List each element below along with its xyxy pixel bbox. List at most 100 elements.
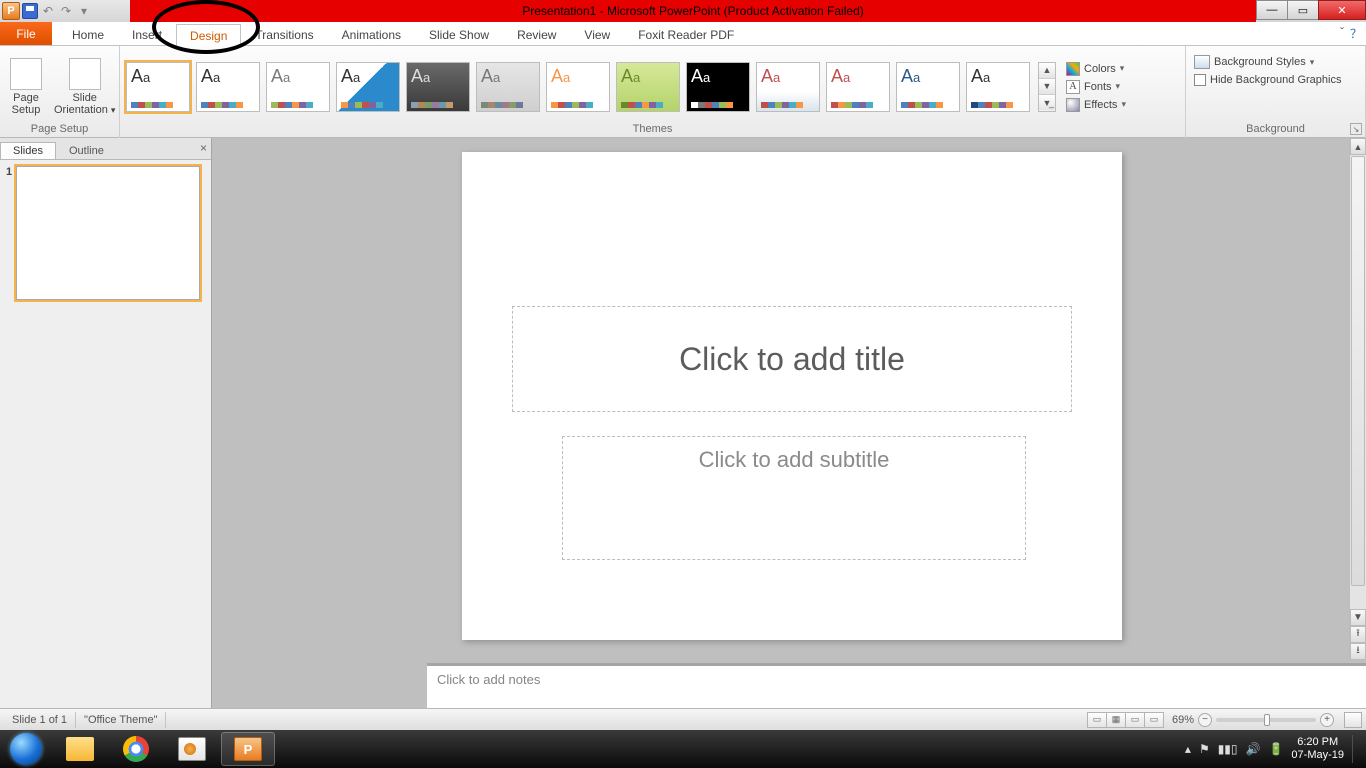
qat-dropdown-icon[interactable]: ▾	[76, 3, 92, 19]
panel-tab-slides[interactable]: Slides	[0, 142, 56, 159]
background-styles-dropdown[interactable]: Background Styles▾	[1192, 54, 1343, 70]
theme-thumbnail[interactable]: Aa	[476, 62, 540, 112]
notes-placeholder-text: Click to add notes	[437, 672, 540, 687]
taskbar-explorer[interactable]	[53, 732, 107, 766]
fonts-dropdown[interactable]: AFonts▾	[1064, 79, 1128, 95]
redo-icon[interactable]: ↷	[58, 3, 74, 19]
ribbon-tab-animations[interactable]: Animations	[328, 23, 415, 45]
theme-thumbnail[interactable]: Aa	[826, 62, 890, 112]
dialog-launcher[interactable]: ↘	[1350, 123, 1362, 135]
zoom-out-button[interactable]: −	[1198, 713, 1212, 727]
ribbon-tab-transitions[interactable]: Transitions	[241, 23, 327, 45]
minimize-button[interactable]: —	[1256, 0, 1288, 20]
ribbon-tab-home[interactable]: Home	[58, 23, 118, 45]
zoom-slider-knob[interactable]	[1264, 714, 1270, 726]
theme-thumbnail[interactable]: Aa	[196, 62, 260, 112]
group-label: Background	[1186, 123, 1365, 138]
tray-flag-icon[interactable]: ⚑	[1199, 742, 1210, 756]
save-icon[interactable]	[22, 3, 38, 19]
notes-pane[interactable]: Click to add notes	[427, 663, 1366, 708]
group-page-setup: Page Setup Slide Orientation ▾ Page Setu…	[0, 46, 120, 138]
ribbon-tab-review[interactable]: Review	[503, 23, 570, 45]
maximize-button[interactable]: ▭	[1287, 0, 1319, 20]
tray-date: 07-May-19	[1291, 749, 1344, 762]
slide-number: 1	[6, 166, 12, 300]
scroll-thumb[interactable]	[1351, 156, 1365, 586]
theme-thumbnail[interactable]: Aa	[966, 62, 1030, 112]
themes-scroll-down[interactable]: ▼	[1039, 79, 1055, 95]
scroll-down-button[interactable]: ▼	[1350, 609, 1366, 626]
themes-more-button[interactable]: ▼̲	[1039, 95, 1055, 110]
zoom-in-button[interactable]: +	[1320, 713, 1334, 727]
show-desktop-button[interactable]	[1352, 735, 1360, 763]
theme-thumbnail[interactable]: Aa	[616, 62, 680, 112]
theme-thumbnail[interactable]: Aa	[686, 62, 750, 112]
effects-icon	[1066, 98, 1080, 112]
page-setup-button[interactable]: Page Setup	[6, 56, 46, 118]
status-slide-count: Slide 1 of 1	[4, 712, 76, 728]
ribbon-tab-foxit-reader-pdf[interactable]: Foxit Reader PDF	[624, 23, 748, 45]
windows-orb-icon	[10, 733, 42, 765]
tray-volume-icon[interactable]: 🔊	[1246, 742, 1261, 756]
zoom-controls: 69% − +	[1172, 712, 1362, 728]
theme-thumbnail[interactable]: Aa	[406, 62, 470, 112]
zoom-slider[interactable]	[1216, 718, 1316, 722]
slideshow-view-button[interactable]: ▭	[1144, 712, 1164, 728]
next-slide-button[interactable]: ⭳	[1350, 643, 1366, 660]
tray-show-hidden-icon[interactable]: ▴	[1185, 742, 1191, 756]
taskbar-chrome[interactable]	[109, 732, 163, 766]
slide-orientation-button[interactable]: Slide Orientation ▾	[50, 56, 119, 118]
slide-canvas-area[interactable]: Click to add title Click to add subtitle…	[212, 138, 1366, 708]
theme-thumbnail[interactable]: Aa	[896, 62, 960, 112]
undo-icon[interactable]: ↶	[40, 3, 56, 19]
slide-thumbnail[interactable]	[16, 166, 200, 300]
ribbon-tab-design[interactable]: Design	[176, 24, 241, 46]
slides-panel-body[interactable]: 1	[0, 160, 211, 708]
theme-thumbnail[interactable]: Aa	[546, 62, 610, 112]
taskbar-powerpoint[interactable]: P	[221, 732, 275, 766]
ribbon-tab-insert[interactable]: Insert	[118, 23, 176, 45]
themes-scroll-up[interactable]: ▲	[1039, 63, 1055, 79]
zoom-level[interactable]: 69%	[1172, 714, 1194, 726]
theme-thumbnail[interactable]: Aa	[266, 62, 330, 112]
hide-bg-graphics-checkbox[interactable]: Hide Background Graphics	[1192, 73, 1343, 87]
fit-to-window-button[interactable]	[1344, 712, 1362, 728]
theme-thumbnail[interactable]: Aa	[336, 62, 400, 112]
scroll-up-button[interactable]: ▲	[1350, 138, 1366, 155]
ribbon-tab-slide-show[interactable]: Slide Show	[415, 23, 503, 45]
close-button[interactable]: ✕	[1318, 0, 1366, 20]
powerpoint-icon[interactable]: P	[2, 2, 20, 20]
tray-battery-icon[interactable]: 🔋	[1268, 742, 1283, 756]
quick-access-toolbar: P ↶ ↷ ▾	[0, 2, 92, 20]
status-theme: "Office Theme"	[76, 712, 166, 728]
effects-label: Effects	[1084, 99, 1117, 111]
slides-panel-tabs: SlidesOutline ×	[0, 138, 211, 160]
prev-slide-button[interactable]: ⭱	[1350, 626, 1366, 643]
status-bar: Slide 1 of 1 "Office Theme" ▭ ▦ ▭ ▭ 69% …	[0, 708, 1366, 730]
file-tab[interactable]: File	[0, 22, 52, 45]
effects-dropdown[interactable]: Effects▾	[1064, 97, 1128, 113]
slide-orientation-icon	[69, 58, 101, 90]
title-placeholder[interactable]: Click to add title	[512, 306, 1072, 412]
tray-clock[interactable]: 6:20 PM 07-May-19	[1291, 736, 1344, 761]
title-banner: Presentation1 - Microsoft PowerPoint (Pr…	[130, 0, 1256, 22]
colors-dropdown[interactable]: Colors▾	[1064, 61, 1128, 77]
normal-view-button[interactable]: ▭	[1087, 712, 1107, 728]
subtitle-placeholder[interactable]: Click to add subtitle	[562, 436, 1026, 560]
help-icon[interactable]: ？	[1350, 25, 1362, 42]
tray-network-icon[interactable]: ▮▮▯	[1218, 742, 1238, 756]
panel-close-icon[interactable]: ×	[200, 141, 207, 155]
panel-tab-outline[interactable]: Outline	[56, 142, 117, 159]
reading-view-button[interactable]: ▭	[1125, 712, 1145, 728]
slide-thumbnail-item[interactable]: 1	[6, 166, 205, 300]
ribbon-tab-view[interactable]: View	[570, 23, 624, 45]
sorter-view-button[interactable]: ▦	[1106, 712, 1126, 728]
theme-thumbnail[interactable]: Aa	[126, 62, 190, 112]
vertical-scrollbar[interactable]: ▲ ▼ ⭱ ⭳	[1349, 138, 1366, 660]
theme-thumbnail[interactable]: Aa	[756, 62, 820, 112]
minimize-ribbon-icon[interactable]: ˇ	[1340, 25, 1344, 42]
taskbar-paint[interactable]	[165, 732, 219, 766]
background-styles-label: Background Styles	[1214, 56, 1306, 68]
start-button[interactable]	[0, 730, 52, 768]
title-placeholder-text: Click to add title	[679, 341, 905, 378]
